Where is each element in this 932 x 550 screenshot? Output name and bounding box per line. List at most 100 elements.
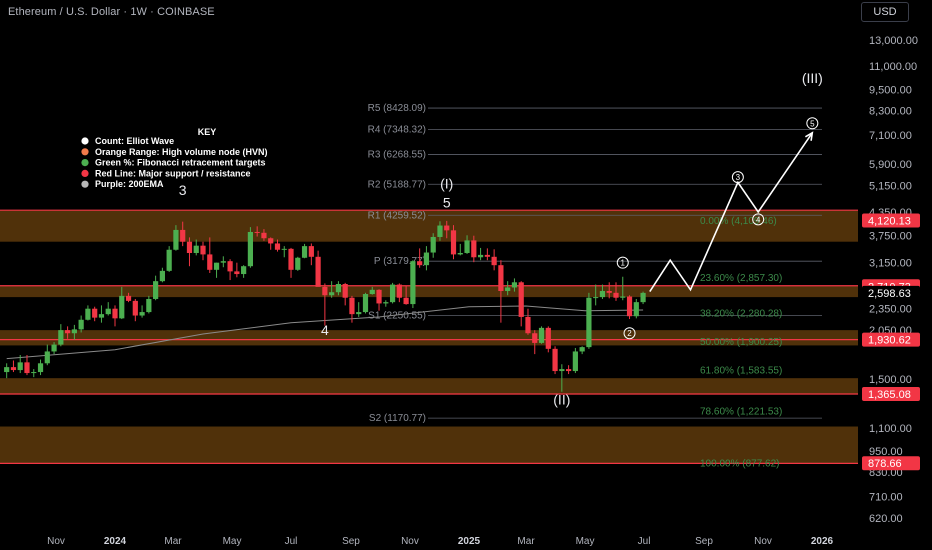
time-tick-label: Mar	[164, 536, 182, 547]
time-tick-label: 2025	[458, 536, 481, 547]
price-tag-text: 2,598.63	[868, 288, 911, 300]
candle-body	[78, 319, 84, 330]
candle-body	[85, 308, 91, 320]
candle-body	[383, 302, 389, 304]
candle-79	[538, 326, 545, 344]
key-title: KEY	[198, 127, 217, 137]
candle-body	[65, 330, 71, 334]
candle-body	[566, 369, 572, 372]
candle-53	[362, 292, 369, 314]
fib-label-4: 61.80% (1,583.55)	[700, 366, 782, 377]
pivot-label-4: R1 (4259.52)	[368, 210, 426, 221]
fib-label-2: 38.20% (2,280.28)	[700, 308, 782, 319]
candle-body	[376, 289, 382, 304]
candle-43	[295, 256, 301, 271]
price-tick-label: 7,100.00	[869, 130, 912, 142]
time-tick-label: Sep	[695, 536, 713, 547]
price-tag-3: 1,930.62	[862, 332, 920, 347]
candle-body	[559, 369, 565, 372]
candle-body	[613, 292, 619, 298]
key-item-0: Count: Elliot Wave	[95, 136, 174, 146]
price-tag-2: 2,598.63	[862, 285, 920, 300]
candle-body	[518, 282, 524, 317]
candle-body	[525, 316, 531, 334]
time-tick-label: Sep	[342, 536, 360, 547]
candle-body	[335, 284, 342, 293]
price-tag-0: 4,120.13	[862, 213, 920, 228]
time-tick-label: May	[223, 536, 242, 547]
price-tag-text: 1,930.62	[868, 335, 911, 347]
time-tick-label: Nov	[47, 536, 65, 547]
candle-body	[119, 295, 125, 319]
candle-body	[572, 351, 578, 372]
candle-body	[234, 271, 240, 275]
price-tag-text: 878.66	[868, 458, 902, 470]
circled-wave-text: 2	[627, 329, 632, 338]
key-dot-0	[81, 137, 89, 145]
time-axis-bg	[0, 530, 858, 550]
hvn-zone-3	[0, 378, 858, 395]
price-tick-label: 3,750.00	[869, 230, 912, 242]
candle-body	[71, 329, 77, 334]
price-tag-4: 1,365.08	[862, 387, 920, 402]
candle-86	[586, 292, 592, 349]
candle-body	[220, 261, 226, 263]
currency-button[interactable]: USD	[861, 2, 909, 22]
time-tick-label: Nov	[401, 536, 419, 547]
candle-body	[186, 241, 193, 254]
candle-body	[599, 291, 606, 298]
fib-label-1: 23.60% (2,857.30)	[700, 273, 782, 284]
time-tick-label: Nov	[754, 536, 772, 547]
candle-body	[295, 257, 301, 270]
price-tick-label: 11,000.00	[869, 61, 917, 73]
candle-body	[322, 286, 328, 296]
candle-body	[173, 229, 179, 250]
fib-label-0: 0.00% (4,109.46)	[700, 216, 777, 227]
time-axis[interactable]: Nov 2024 Mar May Jul Sep Nov 2025 Mar May Jul Sep No…	[0, 530, 858, 550]
candle-body	[4, 367, 10, 373]
candle-body	[450, 230, 457, 255]
price-tick-label: 5,900.00	[869, 159, 912, 171]
candle-body	[105, 308, 111, 315]
price-tick-label: 710.00	[869, 492, 903, 504]
candle-body	[593, 297, 599, 299]
chart-canvas[interactable]: R5 (8428.09) R4 (7348.32) R3 (6268.55) R2 (…	[0, 0, 932, 550]
candle-80	[545, 326, 551, 353]
price-tick-label: 3,150.00	[869, 258, 912, 270]
wave-label-4: (II)	[553, 392, 570, 408]
candle-84	[572, 347, 578, 374]
circled-wave-text: 4	[756, 215, 761, 224]
key-item-4: Purple: 200EMA	[95, 179, 164, 189]
price-tag-text: 4,120.13	[868, 215, 911, 227]
candle-body	[403, 297, 409, 305]
circled-wave-text: 1	[621, 259, 626, 268]
fib-label-6: 100.00% (877.62)	[700, 458, 780, 469]
candle-body	[457, 253, 463, 255]
candle-60	[410, 260, 416, 309]
candle-body	[315, 256, 321, 287]
key-dot-1	[81, 148, 89, 156]
candle-body	[329, 292, 335, 296]
candle-body	[31, 372, 37, 374]
candle-body	[491, 256, 497, 266]
pivot-label-7: S2 (1170.77)	[369, 413, 426, 424]
chart-background	[0, 0, 932, 550]
candle-body	[58, 330, 64, 345]
candle-body	[112, 308, 118, 319]
price-tick-label: 1,100.00	[869, 423, 912, 435]
candle-body	[308, 246, 314, 257]
key-item-2: Green %: Fibonacci retracement targets	[95, 158, 266, 168]
wave-label-2: 5	[443, 194, 451, 210]
candle-body	[505, 287, 511, 292]
price-tick-label: 1,500.00	[869, 374, 912, 386]
pivot-label-0: R5 (8428.09)	[368, 103, 426, 114]
time-tick-label: May	[576, 536, 595, 547]
candle-92	[626, 295, 633, 320]
candle-body	[369, 289, 375, 295]
candle-body	[301, 246, 308, 258]
candle-body	[437, 225, 443, 237]
candle-body	[153, 281, 159, 299]
pivot-label-1: R4 (7348.32)	[368, 125, 426, 136]
candle-body	[626, 296, 633, 317]
candle-24	[166, 246, 172, 272]
